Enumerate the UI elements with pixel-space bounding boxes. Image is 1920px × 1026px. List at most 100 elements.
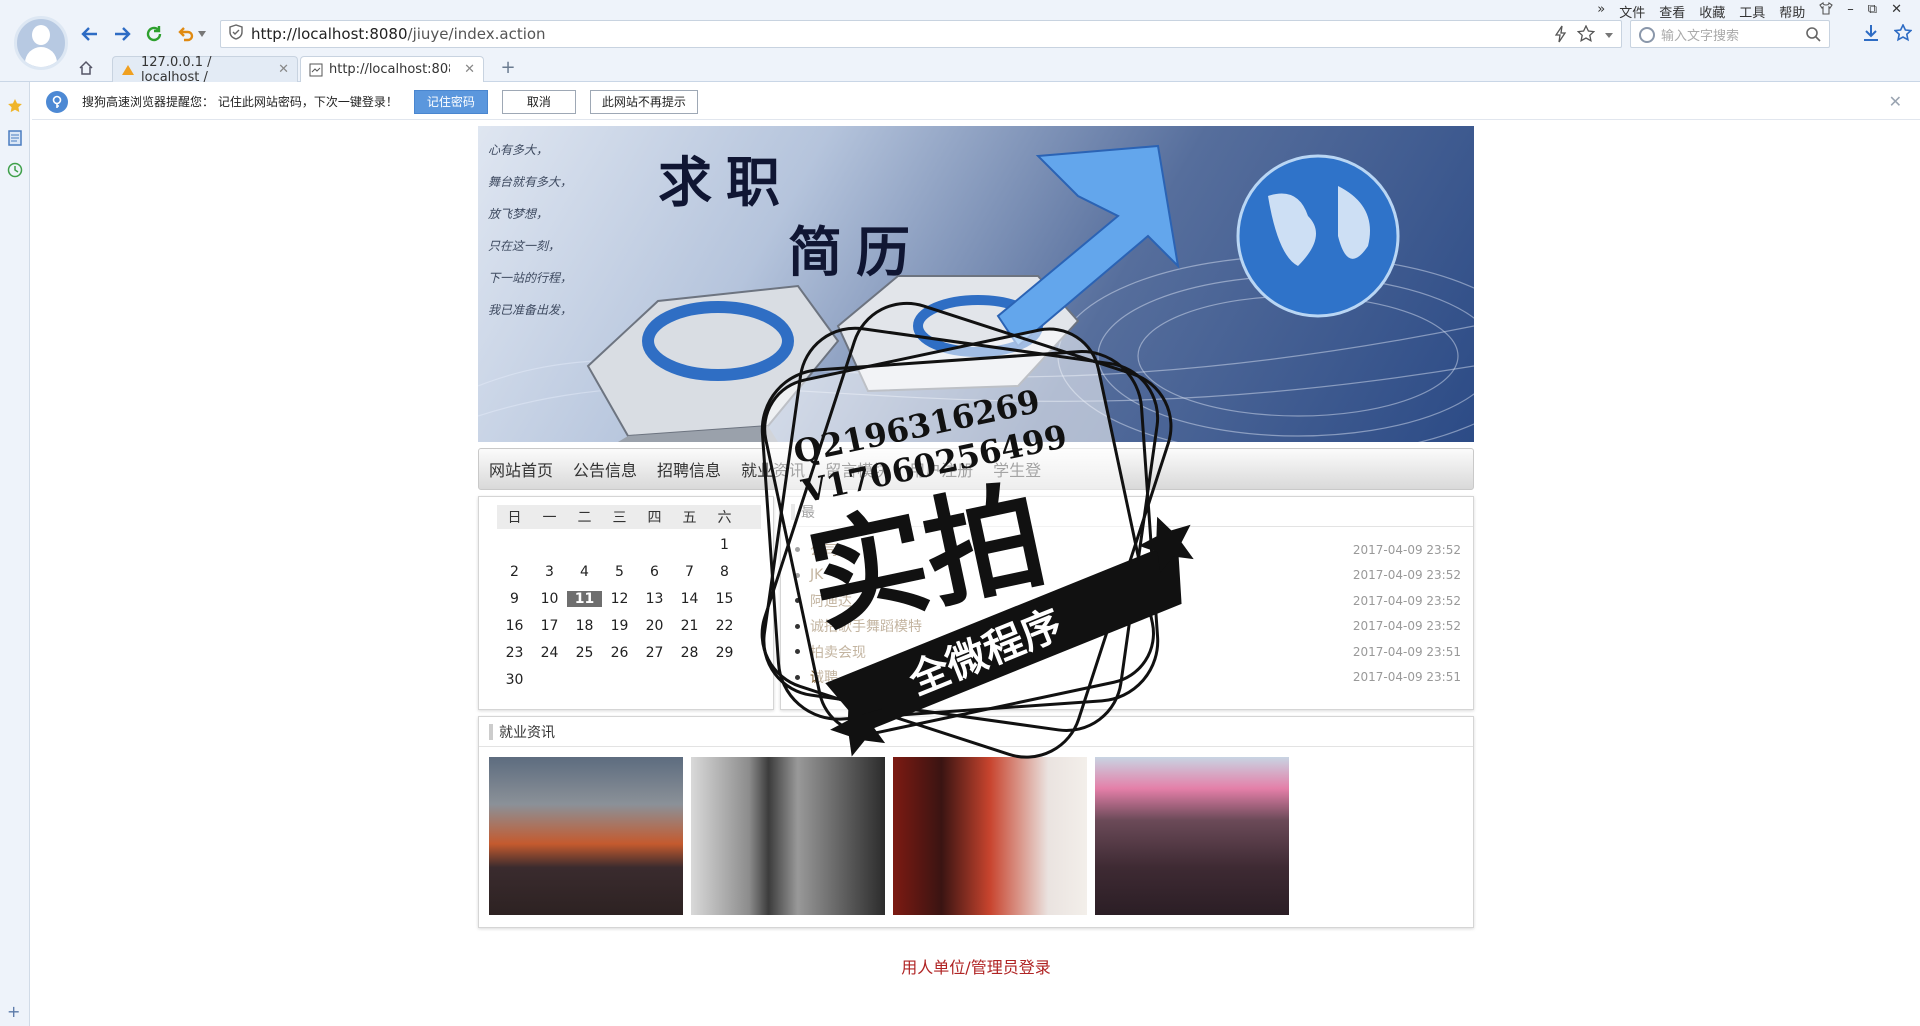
calendar-day[interactable]: 25 <box>567 645 602 661</box>
employer-admin-login-link[interactable]: 用人单位/管理员登录 <box>478 954 1474 978</box>
calendar-day[interactable]: 30 <box>497 672 532 688</box>
crowd-photo[interactable] <box>1095 757 1289 915</box>
calendar-day[interactable]: 2 <box>497 564 532 580</box>
news-list: 公司 2017-04-09 23:52 JK 2017-04-09 23:52 阿迪达 2… <box>781 527 1473 690</box>
news-date: 2017-04-09 23:52 <box>1352 593 1461 608</box>
calendar-day[interactable]: 20 <box>637 618 672 634</box>
calendar-day[interactable]: 29 <box>707 645 742 661</box>
address-bar[interactable]: http://localhost:8080/jiuye/index.action <box>220 20 1622 48</box>
calendar-day[interactable]: 17 <box>532 618 567 634</box>
infobar-message: 搜狗高速浏览器提醒您： 记住此网站密码，下次一键登录！ <box>82 95 398 109</box>
close-tab-icon[interactable]: ✕ <box>464 62 475 77</box>
chevron-down-icon[interactable] <box>1605 25 1613 47</box>
bookmark-star-icon[interactable] <box>1893 23 1913 46</box>
nav-student-login[interactable]: 学生登 <box>993 457 1041 481</box>
calendar-day[interactable]: 24 <box>532 645 567 661</box>
speaker-photo[interactable] <box>893 757 1087 915</box>
calendar-day[interactable]: 28 <box>672 645 707 661</box>
list-item: 诚招歌手舞蹈模特 2017-04-09 23:52 <box>795 614 1461 640</box>
calendar-day[interactable]: 15 <box>707 591 742 607</box>
nav-register[interactable]: 用户注册 <box>909 457 973 481</box>
calendar-day[interactable]: 5 <box>602 564 637 580</box>
browser-menu: » 文件 查看 收藏 工具 帮助 – ⧉ ✕ <box>1597 1 1902 21</box>
chevron-down-icon[interactable] <box>196 22 208 46</box>
download-icon[interactable] <box>1862 24 1880 46</box>
close-tab-icon[interactable]: ✕ <box>278 62 289 77</box>
close-window-icon[interactable]: ✕ <box>1891 2 1902 21</box>
nav-career-news[interactable]: 就业资讯 <box>741 457 805 481</box>
calendar-day[interactable]: 22 <box>707 618 742 634</box>
star-icon[interactable] <box>1576 24 1596 47</box>
menu-favorites[interactable]: 收藏 <box>1699 2 1725 21</box>
reader-icon[interactable] <box>7 130 23 146</box>
minimize-icon[interactable]: – <box>1847 2 1854 21</box>
restore-icon[interactable]: ⧉ <box>1868 2 1877 21</box>
favorites-star-icon[interactable] <box>7 98 23 114</box>
calendar-day[interactable]: 26 <box>602 645 637 661</box>
page-content: 心有多大， 舞台就有多大， 放飞梦想， 只在这一刻， 下一站的行程， 我已准备出… <box>478 126 1474 978</box>
home-icon[interactable] <box>78 60 94 80</box>
forward-icon[interactable] <box>110 22 134 46</box>
calendar-day[interactable]: 18 <box>567 618 602 634</box>
news-title-link[interactable]: 拍卖会现 <box>795 642 866 662</box>
news-date: 2017-04-09 23:52 <box>1352 542 1461 557</box>
menu-view[interactable]: 查看 <box>1659 2 1685 21</box>
calendar-day[interactable]: 1 <box>707 537 742 553</box>
calendar-day[interactable]: 7 <box>672 564 707 580</box>
tab-phpmyadmin[interactable]: 127.0.0.1 / localhost / ✕ <box>112 55 298 85</box>
news-title-link[interactable]: 诚招歌手舞蹈模特 <box>795 616 922 636</box>
cancel-button[interactable]: 取消 <box>501 89 576 114</box>
calendar-day[interactable]: 10 <box>532 591 567 607</box>
page-icon <box>309 63 323 77</box>
career-news-panel: 就业资讯 <box>478 716 1474 928</box>
undo-icon[interactable] <box>174 22 198 46</box>
remember-password-button[interactable]: 记住密码 <box>413 89 488 114</box>
refresh-icon[interactable] <box>142 22 166 46</box>
news-title-link[interactable]: 阿迪达 <box>795 591 852 611</box>
calendar-day[interactable]: 23 <box>497 645 532 661</box>
news-title-link[interactable]: 诚聘 <box>795 667 838 687</box>
job-fair-photo[interactable] <box>489 757 683 915</box>
search-icon[interactable] <box>1805 26 1821 46</box>
banner-poem: 心有多大， 舞台就有多大， 放飞梦想， 只在这一刻， 下一站的行程， 我已准备出… <box>488 143 573 317</box>
menu-help[interactable]: 帮助 <box>1779 2 1805 21</box>
sogou-logo-icon <box>1639 27 1655 43</box>
calendar-day[interactable]: 16 <box>497 618 532 634</box>
interview-photo[interactable] <box>691 757 885 915</box>
news-date: 2017-04-09 23:52 <box>1352 568 1461 583</box>
calendar-day[interactable]: 8 <box>707 564 742 580</box>
nav-guestbook[interactable]: 留言模块 <box>825 457 889 481</box>
calendar-day[interactable]: 12 <box>602 591 637 607</box>
search-input[interactable]: 输入文字搜索 <box>1630 20 1830 48</box>
back-icon[interactable] <box>78 22 102 46</box>
nav-jobs[interactable]: 招聘信息 <box>657 457 721 481</box>
tab-jiuye[interactable]: http://localhost:8080/ji ✕ <box>300 56 484 82</box>
never-remind-button[interactable]: 此网站不再提示 <box>589 89 698 114</box>
history-clock-icon[interactable] <box>7 162 23 178</box>
calendar-day[interactable]: 21 <box>672 618 707 634</box>
calendar-day[interactable]: 11 <box>567 590 602 607</box>
lightning-icon[interactable] <box>1554 25 1567 47</box>
calendar-day[interactable]: 19 <box>602 618 637 634</box>
nav-announcements[interactable]: 公告信息 <box>573 457 637 481</box>
menu-file[interactable]: 文件 <box>1619 2 1645 21</box>
shield-icon <box>229 24 243 44</box>
calendar-day[interactable]: 27 <box>637 645 672 661</box>
calendar-day[interactable]: 3 <box>532 564 567 580</box>
skin-icon[interactable] <box>1819 1 1834 21</box>
nav-home[interactable]: 网站首页 <box>489 457 553 481</box>
add-icon[interactable]: + <box>7 1002 23 1021</box>
calendar-day[interactable]: 4 <box>567 564 602 580</box>
main-nav: 网站首页 公告信息 招聘信息 就业资讯 留言模块 用户注册 学生登 <box>478 448 1474 490</box>
calendar-day[interactable]: 9 <box>497 591 532 607</box>
close-icon[interactable]: ✕ <box>1889 92 1902 111</box>
calendar-day[interactable]: 13 <box>637 591 672 607</box>
menu-tools[interactable]: 工具 <box>1739 2 1765 21</box>
news-title-link[interactable]: JK <box>795 567 823 583</box>
calendar-day[interactable]: 6 <box>637 564 672 580</box>
news-title-link[interactable]: 公司 <box>795 540 838 560</box>
menu-more[interactable]: » <box>1597 2 1605 21</box>
list-item: 公司 2017-04-09 23:52 <box>795 537 1461 563</box>
new-tab-button[interactable]: + <box>494 58 522 80</box>
calendar-day[interactable]: 14 <box>672 591 707 607</box>
